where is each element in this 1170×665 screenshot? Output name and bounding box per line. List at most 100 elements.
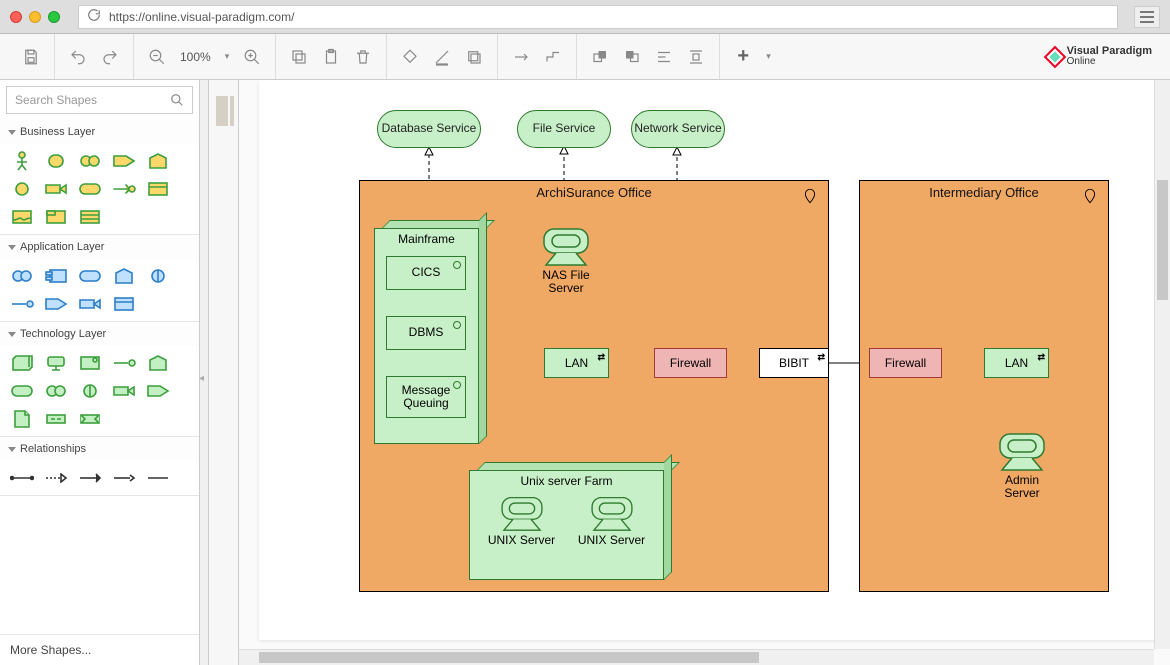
service-network[interactable]: Network Service — [631, 110, 725, 148]
outline-strip[interactable] — [209, 80, 239, 665]
syssw-mq[interactable]: Message Queuing — [386, 376, 466, 418]
shape-tech-arrow[interactable] — [146, 382, 170, 400]
location-intermediary[interactable]: Intermediary Office — [859, 180, 1109, 592]
shape-artifact[interactable] — [10, 410, 34, 428]
rel-assoc[interactable] — [10, 469, 34, 487]
shape-object[interactable] — [146, 180, 170, 198]
device-admin[interactable]: Admin Server — [987, 430, 1057, 500]
shape-contract[interactable] — [78, 208, 102, 226]
connector-style-button[interactable] — [508, 44, 534, 70]
shape-path[interactable] — [44, 410, 68, 428]
shape-process[interactable] — [44, 180, 68, 198]
delete-button[interactable] — [350, 44, 376, 70]
shape-tech-event[interactable] — [112, 354, 136, 372]
location-icon — [1082, 187, 1098, 208]
add-button[interactable]: + — [730, 44, 756, 70]
search-shapes-input[interactable]: Search Shapes — [6, 86, 193, 114]
rel-flow[interactable] — [112, 469, 136, 487]
network-lan2[interactable]: LAN ⇄ — [984, 348, 1049, 378]
canvas-page[interactable]: Database Service File Service Network Se… — [259, 80, 1170, 640]
scrollbar-vertical[interactable] — [1154, 80, 1170, 649]
shape-app-func[interactable] — [112, 267, 136, 285]
more-shapes-link[interactable]: More Shapes... — [0, 634, 199, 665]
minimize-window[interactable] — [29, 11, 41, 23]
redo-button[interactable] — [97, 44, 123, 70]
section-relationships[interactable]: Relationships — [0, 437, 199, 461]
shape-app-arrow[interactable] — [44, 295, 68, 313]
shape-syssw[interactable] — [78, 354, 102, 372]
shape-interface[interactable] — [10, 180, 34, 198]
zoom-level[interactable]: 100% — [176, 50, 215, 64]
section-application[interactable]: Application Layer — [0, 235, 199, 259]
shape-app-component[interactable] — [44, 267, 68, 285]
palette-splitter[interactable] — [200, 80, 209, 665]
scrollbar-horizontal[interactable] — [239, 649, 1154, 665]
url-bar[interactable]: https://online.visual-paradigm.com/ — [78, 5, 1118, 29]
zoom-out-button[interactable] — [144, 44, 170, 70]
rel-used[interactable] — [78, 469, 102, 487]
section-technology[interactable]: Technology Layer — [0, 322, 199, 346]
shape-service[interactable] — [78, 180, 102, 198]
distribute-button[interactable] — [683, 44, 709, 70]
logo-icon — [1043, 45, 1066, 68]
to-back-button[interactable] — [619, 44, 645, 70]
section-business[interactable]: Business Layer — [0, 120, 199, 144]
syssw-dbms[interactable]: DBMS — [386, 316, 466, 350]
syssw-cics[interactable]: CICS — [386, 256, 466, 290]
shape-tech-svc[interactable] — [10, 382, 34, 400]
shape-event[interactable] — [112, 180, 136, 198]
node-mainframe[interactable]: Mainframe CICS DBMS Message Queuing — [374, 228, 479, 444]
shape-rep[interactable] — [10, 208, 34, 226]
shape-app-collab[interactable] — [10, 267, 34, 285]
zoom-dropdown-icon[interactable]: ▾ — [221, 51, 234, 62]
reload-icon[interactable] — [87, 8, 101, 25]
shape-arrow[interactable] — [112, 152, 136, 170]
node-unix-farm[interactable]: Unix server Farm UNIX Server U — [469, 470, 664, 580]
shadow-button[interactable] — [461, 44, 487, 70]
add-dropdown-icon[interactable]: ▾ — [762, 51, 775, 62]
shape-comm[interactable] — [78, 410, 102, 428]
network-lan[interactable]: LAN ⇄ — [544, 348, 609, 378]
device-nas[interactable]: NAS File Server — [531, 225, 601, 295]
copy-button[interactable] — [286, 44, 312, 70]
shape-product[interactable] — [44, 208, 68, 226]
shape-tech-collab[interactable] — [44, 382, 68, 400]
shape-collab[interactable] — [78, 152, 102, 170]
shape-app-interface[interactable] — [146, 267, 170, 285]
service-database[interactable]: Database Service — [377, 110, 481, 148]
shape-tech-func[interactable] — [146, 354, 170, 372]
shape-app-proc[interactable] — [78, 295, 102, 313]
shape-app-service[interactable] — [78, 267, 102, 285]
maximize-window[interactable] — [48, 11, 60, 23]
stroke-button[interactable] — [429, 44, 455, 70]
shape-tech-proc[interactable] — [112, 382, 136, 400]
zoom-in-button[interactable] — [239, 44, 265, 70]
shape-app-event[interactable] — [10, 295, 34, 313]
firewall-1[interactable]: Firewall — [654, 348, 727, 378]
waypoint-button[interactable] — [540, 44, 566, 70]
service-file[interactable]: File Service — [517, 110, 611, 148]
to-front-button[interactable] — [587, 44, 613, 70]
shape-tech-iface[interactable] — [78, 382, 102, 400]
canvas[interactable]: Database Service File Service Network Se… — [239, 80, 1170, 665]
firewall-2[interactable]: Firewall — [869, 348, 942, 378]
rel-line[interactable] — [146, 469, 170, 487]
device-unix1[interactable]: UNIX Server — [484, 494, 559, 547]
network-bibit[interactable]: BIBIT ⇄ — [759, 348, 829, 378]
shape-app-obj[interactable] — [112, 295, 136, 313]
shape-role[interactable] — [44, 152, 68, 170]
shape-function[interactable] — [146, 152, 170, 170]
undo-button[interactable] — [65, 44, 91, 70]
device-unix2[interactable]: UNIX Server — [574, 494, 649, 547]
save-button[interactable] — [18, 44, 44, 70]
paste-button[interactable] — [318, 44, 344, 70]
fill-button[interactable] — [397, 44, 423, 70]
menu-icon[interactable] — [1134, 6, 1160, 28]
align-button[interactable] — [651, 44, 677, 70]
shape-actor[interactable] — [10, 152, 34, 170]
shape-device[interactable] — [44, 354, 68, 372]
brand-logo[interactable]: Visual Paradigm Online — [1047, 46, 1162, 67]
shape-node[interactable] — [10, 354, 34, 372]
close-window[interactable] — [10, 11, 22, 23]
rel-real[interactable] — [44, 469, 68, 487]
